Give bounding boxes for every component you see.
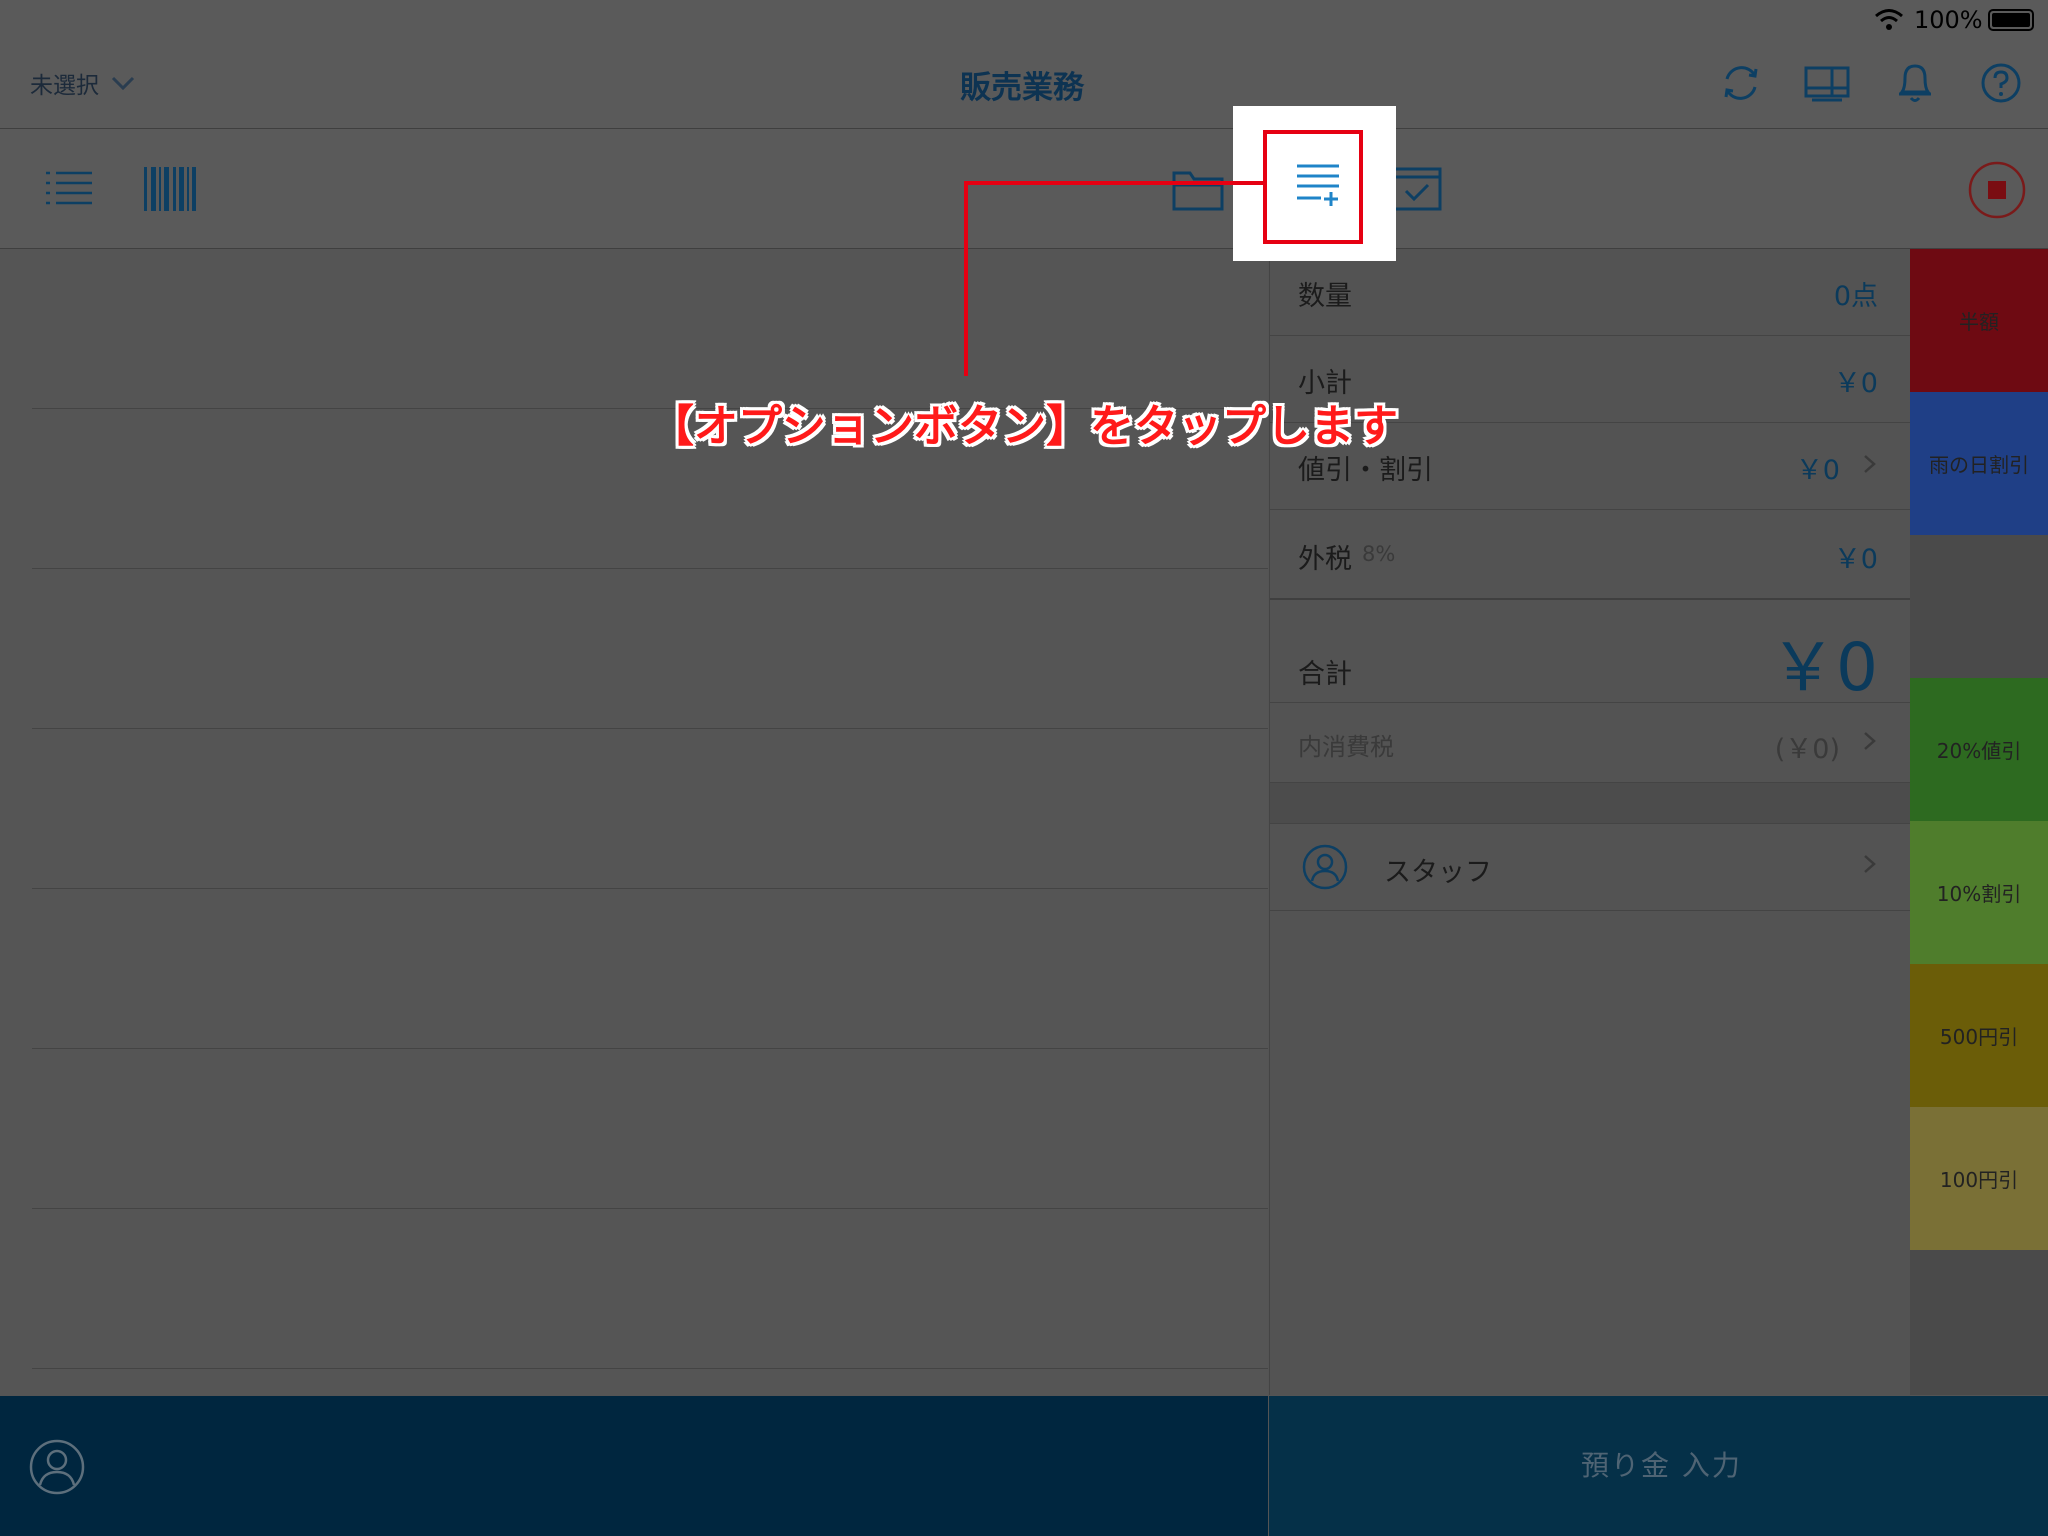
wifi-icon <box>1875 9 1903 30</box>
calendar-check-icon[interactable] <box>1392 165 1442 211</box>
battery-percentage: 100% <box>1914 6 1983 34</box>
tax-value: ￥0 <box>1833 544 1878 575</box>
inner-tax-row[interactable]: 内消費税 (￥0) <box>1270 703 1910 783</box>
list-row-divider <box>32 1048 1268 1049</box>
list-row-divider <box>32 568 1268 569</box>
quick-key-100yen[interactable]: 100円引 <box>1910 1107 2048 1250</box>
quick-key-label: 100円引 <box>1939 1168 2019 1192</box>
folder-icon[interactable] <box>1172 167 1224 211</box>
inner-tax-value: (￥0) <box>1774 734 1840 765</box>
staff-label: スタッフ <box>1384 857 1492 888</box>
bell-icon[interactable] <box>1896 60 1934 104</box>
list-view-icon[interactable] <box>44 169 94 209</box>
stop-icon[interactable] <box>1968 161 2026 219</box>
quick-key-label: 20%値引 <box>1936 739 2022 763</box>
chevron-right-icon <box>1864 732 1876 750</box>
nav-bar: 未選択 販売業務 <box>0 40 2048 129</box>
quick-key-label: 10%割引 <box>1936 882 2022 906</box>
status-bar: 100% <box>0 0 2048 40</box>
inner-tax-label: 内消費税 <box>1298 733 1394 761</box>
total-row: 合計 ￥0 <box>1270 600 1910 706</box>
subtotal-value: ￥0 <box>1833 368 1878 399</box>
battery-icon <box>1988 9 2034 31</box>
staff-row[interactable]: スタッフ <box>1270 824 1910 911</box>
staff-avatar-icon <box>1302 844 1348 890</box>
quick-key-column: 半額 雨の日割引 20%値引 10%割引 500円引 100円引 <box>1910 249 2048 1395</box>
highlight-frame <box>1263 130 1363 244</box>
list-row-divider <box>32 888 1268 889</box>
tax-rate: 8% <box>1362 542 1396 566</box>
list-row-divider <box>32 1368 1268 1369</box>
chevron-right-icon <box>1864 855 1876 873</box>
quantity-value: 0点 <box>1833 281 1878 312</box>
list-row-divider <box>32 728 1268 729</box>
quick-key-rainy-day[interactable]: 雨の日割引 <box>1910 392 2048 535</box>
quick-key-label: 500円引 <box>1939 1025 2019 1049</box>
sync-icon[interactable] <box>1720 62 1762 104</box>
quick-key-label: 半額 <box>1959 310 1999 334</box>
list-row-divider <box>32 1208 1268 1209</box>
quantity-label: 数量 <box>1298 281 1352 312</box>
store-selector[interactable]: 未選択 <box>30 66 135 100</box>
section-gap <box>1270 783 1910 824</box>
help-icon[interactable] <box>1980 62 2022 104</box>
quick-key-label: 雨の日割引 <box>1929 453 2029 477</box>
barcode-icon[interactable] <box>144 167 196 211</box>
quick-key-empty[interactable] <box>1910 535 2048 678</box>
chevron-down-icon <box>111 76 135 91</box>
callout-instruction: 【オプションボタン】をタップします <box>650 401 1398 452</box>
store-selector-label: 未選択 <box>30 73 99 99</box>
discount-value: ￥0 <box>1795 455 1840 486</box>
toolbar <box>0 129 2048 249</box>
quick-key-500yen[interactable]: 500円引 <box>1910 964 2048 1107</box>
display-icon[interactable] <box>1804 66 1850 102</box>
quantity-row: 数量 0点 <box>1270 249 1910 336</box>
deposit-button[interactable]: 預り金 入力 <box>1269 1396 2048 1536</box>
customer-bar[interactable] <box>0 1396 1268 1536</box>
total-label: 合計 <box>1298 659 1352 690</box>
chevron-right-icon <box>1864 455 1876 473</box>
tax-label: 外税 <box>1298 544 1352 575</box>
quick-key-20pct[interactable]: 20%値引 <box>1910 678 2048 821</box>
customer-avatar-icon[interactable] <box>28 1438 86 1496</box>
page-title: 販売業務 <box>960 70 1084 106</box>
total-value: ￥0 <box>1770 629 1878 706</box>
deposit-button-label: 預り金 入力 <box>1581 1449 1742 1482</box>
tax-row: 外税 8% ￥0 <box>1270 510 1910 600</box>
quick-key-10pct[interactable]: 10%割引 <box>1910 821 2048 964</box>
quick-key-half-price[interactable]: 半額 <box>1910 249 2048 392</box>
